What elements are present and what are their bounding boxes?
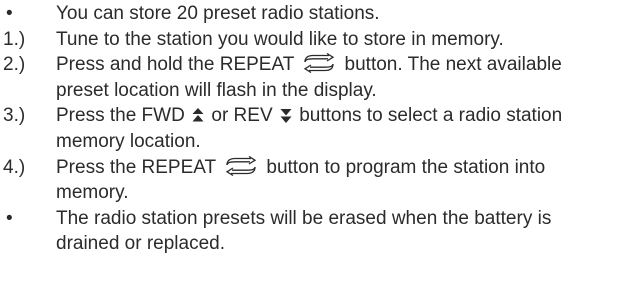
bullet-marker: • bbox=[6, 207, 13, 229]
intro-text: You can store 20 preset radio stations. bbox=[56, 3, 380, 24]
fwd-arrow-up-icon bbox=[192, 107, 204, 124]
step-2-text-pre: Press and hold the REPEAT bbox=[56, 54, 294, 76]
rev-arrow-down-icon bbox=[280, 107, 292, 124]
repeat-icon bbox=[223, 155, 259, 176]
step-number: 3.) bbox=[3, 105, 26, 127]
step-4-text-pre: Press the REPEAT bbox=[56, 156, 216, 178]
list-item-outro: • The radio station presets will be eras… bbox=[0, 206, 631, 257]
list-item-step-2: 2.) Press and hold the REPEAT button. Th… bbox=[0, 52, 631, 103]
bullet-marker: • bbox=[6, 3, 13, 24]
step-1-text: Tune to the station you would like to st… bbox=[56, 28, 504, 50]
step-3-text-mid: or REV bbox=[211, 105, 273, 127]
step-4-line-2: memory. bbox=[56, 182, 129, 204]
step-2-text-post: button. The next available bbox=[344, 54, 562, 76]
repeat-icon bbox=[301, 53, 337, 74]
instruction-list: • You can store 20 preset radio stations… bbox=[0, 1, 631, 257]
step-number: 4.) bbox=[3, 156, 26, 178]
step-3-text-pre: Press the FWD bbox=[56, 105, 185, 127]
step-4-text-post: button to program the station into bbox=[266, 156, 546, 178]
step-2-line-2: preset location will flash in the displa… bbox=[56, 79, 377, 101]
list-item-intro: • You can store 20 preset radio stations… bbox=[0, 1, 631, 27]
step-3-line-2: memory location. bbox=[56, 130, 201, 152]
instruction-page: • You can store 20 preset radio stations… bbox=[0, 0, 631, 289]
step-number: 2.) bbox=[3, 54, 26, 76]
step-3-text-post: buttons to select a radio station bbox=[299, 105, 563, 127]
list-item-step-3: 3.) Press the FWD or REV buttons to sele… bbox=[0, 103, 631, 154]
outro-line-2: drained or replaced. bbox=[56, 233, 225, 255]
step-4-line-1: Press the REPEAT button to program the s… bbox=[56, 155, 631, 181]
step-number: 1.) bbox=[3, 28, 26, 50]
list-item-step-1: 1.) Tune to the station you would like t… bbox=[0, 27, 631, 53]
step-2-line-1: Press and hold the REPEAT button. The ne… bbox=[56, 52, 631, 78]
list-item-step-4: 4.) Press the REPEAT button to program t… bbox=[0, 155, 631, 206]
step-3-line-1: Press the FWD or REV buttons to select a… bbox=[56, 103, 631, 129]
outro-line-1: The radio station presets will be erased… bbox=[56, 207, 552, 229]
